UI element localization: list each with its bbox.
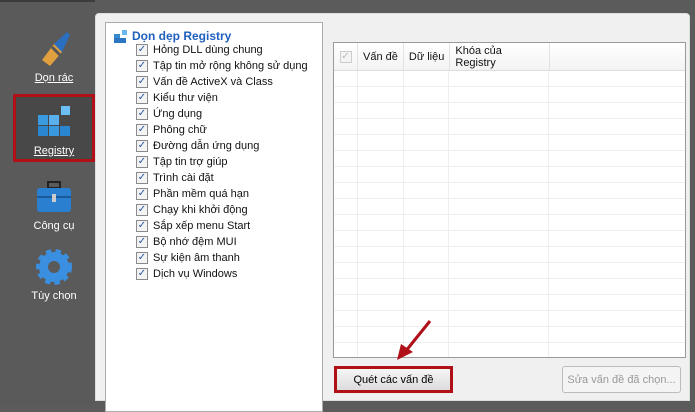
option-label: Dịch vụ Windows [153,268,238,280]
registry-option[interactable]: ✓ Tập tin mở rộng không sử dụng [136,60,308,72]
sidebar-item-label: Tùy chọn [31,290,77,302]
scan-issues-button[interactable]: Quét các vấn đề [334,366,453,393]
sidebar-item-tools[interactable]: Công cụ [13,172,95,240]
table-row [334,71,685,87]
table-header: ✓ Vấn đề Dữ liệu Khóa của Registry [334,43,685,71]
sidebar-item-label: Công cụ [33,220,75,232]
checkbox[interactable]: ✓ [136,44,148,56]
checkbox[interactable]: ✓ [136,60,148,72]
registry-option[interactable]: ✓ Kiểu thư viện [136,92,218,104]
option-label: Chạy khi khởi động [153,204,248,216]
option-label: Sự kiện âm thanh [153,252,240,264]
checkbox[interactable]: ✓ [136,156,148,168]
red-arrow-annotation [397,320,432,360]
option-label: Phông chữ [153,124,207,136]
checkbox[interactable]: ✓ [136,140,148,152]
checkbox[interactable]: ✓ [136,124,148,136]
sidebar-item-cleaner[interactable]: Dọn rác [13,24,95,92]
option-label: Đường dẫn ứng dụng [153,140,260,152]
registry-option[interactable]: ✓ Sự kiện âm thanh [136,252,240,264]
table-row [334,103,685,119]
registry-option[interactable]: ✓ Vấn đề ActiveX và Class [136,76,273,88]
gear-icon [36,249,72,285]
table-row [334,167,685,183]
registry-option[interactable]: ✓ Phông chữ [136,124,207,136]
registry-option[interactable]: ✓ Hỏng DLL dùng chung [136,44,263,56]
sidebar-item-registry[interactable]: Registry [13,94,95,162]
registry-option[interactable]: ✓ Trình cài đặt [136,172,214,184]
registry-option[interactable]: ✓ Bộ nhớ đệm MUI [136,236,237,248]
table-row [334,263,685,279]
sidebar-item-label: Registry [33,145,75,157]
option-label: Trình cài đặt [153,172,214,184]
checkbox[interactable]: ✓ [136,188,148,200]
registry-option[interactable]: ✓ Chạy khi khởi động [136,204,248,216]
option-label: Vấn đề ActiveX và Class [153,76,273,88]
toolbox-icon [37,181,71,212]
registry-option[interactable]: ✓ Phần mềm quá hạn [136,188,249,200]
registry-cubes-icon [114,29,127,43]
column-data[interactable]: Dữ liệu [404,43,451,70]
registry-section-title[interactable]: Dọn dẹp Registry [114,29,231,43]
registry-options-list: Dọn dẹp Registry ✓ Hỏng DLL dùng chung ✓ Tậ… [105,22,323,412]
sidebar-item-label: Dọn rác [34,72,74,84]
checkbox[interactable]: ✓ [136,92,148,104]
table-row [334,311,685,327]
registry-option[interactable]: ✓ Tập tin trợ giúp [136,156,227,168]
table-row [334,135,685,151]
issues-table[interactable]: ✓ Vấn đề Dữ liệu Khóa của Registry [333,42,686,358]
option-label: Sắp xếp menu Start [153,220,251,232]
table-row [334,327,685,343]
table-row [334,151,685,167]
table-row [334,183,685,199]
registry-option[interactable]: ✓ Đường dẫn ứng dụng [136,140,259,152]
sidebar-item-options[interactable]: Tùy chọn [13,242,95,310]
table-row [334,87,685,103]
checkbox[interactable]: ✓ [136,76,148,88]
select-all-checkbox[interactable]: ✓ [334,43,358,70]
option-label: Bộ nhớ đệm MUI [153,236,237,248]
option-label: Tập tin trợ giúp [153,156,228,168]
table-row [334,295,685,311]
table-row [334,119,685,135]
fix-selected-button[interactable]: Sửa vấn đề đã chọn... [562,366,681,393]
column-registry-key[interactable]: Khóa của Registry [450,43,551,70]
table-row [334,279,685,295]
registry-option[interactable]: ✓ Dịch vụ Windows [136,268,237,280]
option-label: Tập tin mở rộng không sử dụng [153,60,308,72]
table-row [334,199,685,215]
checkbox[interactable]: ✓ [136,220,148,232]
option-label: Kiểu thư viện [153,92,218,104]
checkbox[interactable]: ✓ [136,204,148,216]
broom-icon [42,32,70,66]
registry-cubes-icon [38,106,70,136]
option-label: Ứng dụng [153,108,203,120]
table-row [334,247,685,263]
checkbox[interactable]: ✓ [136,268,148,280]
sidebar: Dọn rác Registry Công cụ Tùy chọn [0,0,95,405]
option-label: Phần mềm quá hạn [153,188,250,200]
option-label: Hỏng DLL dùng chung [153,44,263,56]
table-row [334,343,685,357]
table-row [334,231,685,247]
table-row [334,215,685,231]
registry-option[interactable]: ✓ Sắp xếp menu Start [136,220,250,232]
checkbox[interactable]: ✓ [136,108,148,120]
checkbox[interactable]: ✓ [136,172,148,184]
column-issue[interactable]: Vấn đề [358,43,404,70]
registry-option[interactable]: ✓ Ứng dụng [136,108,202,120]
checkbox[interactable]: ✓ [136,236,148,248]
checkbox[interactable]: ✓ [136,252,148,264]
